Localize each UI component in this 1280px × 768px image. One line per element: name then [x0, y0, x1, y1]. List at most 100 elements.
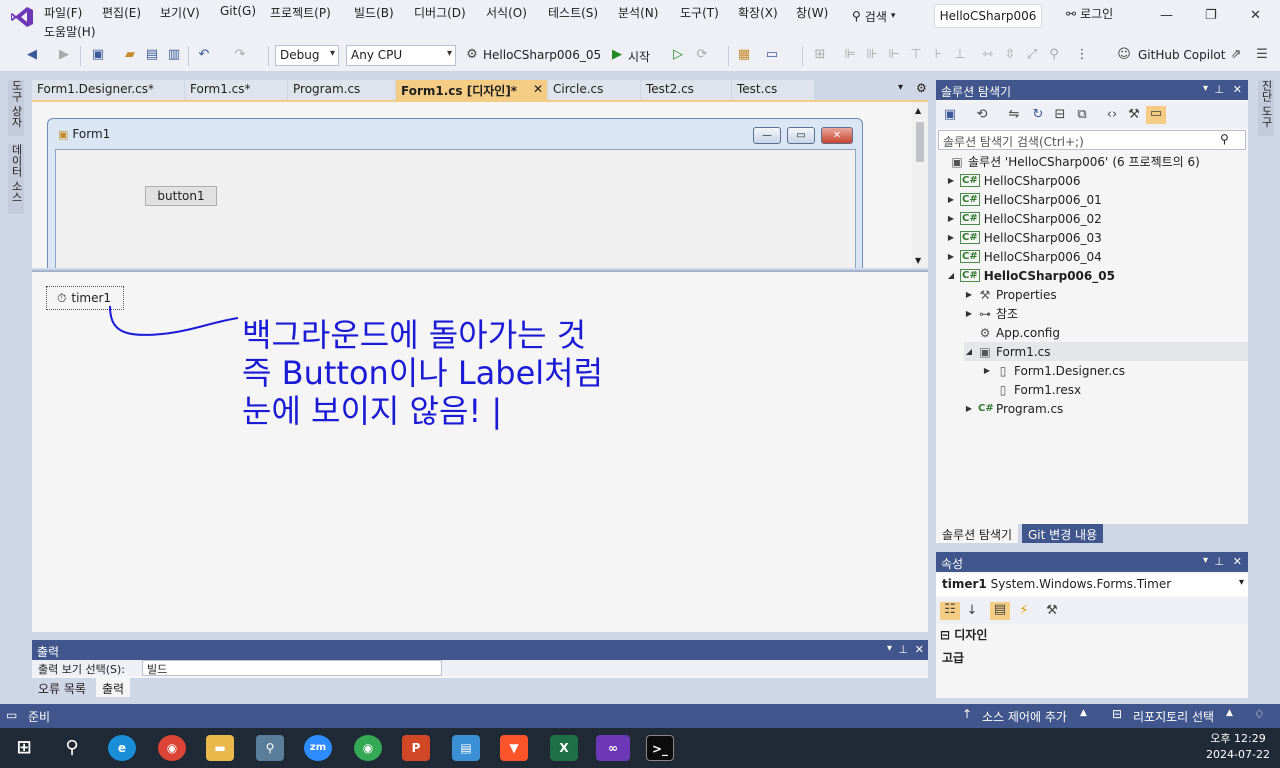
tree-project[interactable]: ▶ C# HelloCSharp006_01: [946, 190, 1102, 209]
menu-format[interactable]: 서식(O): [486, 4, 527, 21]
restore-icon[interactable]: ❐: [1205, 8, 1217, 23]
tree-item-program-cs[interactable]: ▶ C# Program.cs: [964, 399, 1063, 418]
visual-studio-logo-icon[interactable]: [10, 6, 34, 28]
tree-item-form1-resx[interactable]: ▯ Form1.resx: [996, 380, 1081, 399]
expand-icon[interactable]: ▶: [964, 309, 974, 318]
start-button[interactable]: 시작: [628, 48, 650, 65]
navigate-back-icon[interactable]: ◀: [24, 47, 40, 63]
same-width-icon[interactable]: ⇿: [980, 47, 996, 63]
zoom-app-icon[interactable]: zm: [304, 735, 332, 761]
minimize-icon[interactable]: —: [1160, 8, 1173, 23]
file-explorer-icon[interactable]: ▬: [206, 735, 234, 761]
tab-program-cs[interactable]: Program.cs: [288, 80, 396, 100]
tree-project[interactable]: ▶ C# HelloCSharp006_03: [946, 228, 1102, 247]
menu-project[interactable]: 프로젝트(P): [270, 4, 331, 21]
browser-link-icon[interactable]: ▦: [736, 47, 752, 63]
tab-form1-design[interactable]: Form1.cs [디자인]* ✕: [396, 80, 548, 100]
expand-icon[interactable]: ▶: [982, 366, 992, 375]
view-code-icon[interactable]: ‹›: [1104, 107, 1120, 123]
tree-item-form1-designer-cs[interactable]: ▶ ▯ Form1.Designer.cs: [982, 361, 1125, 380]
menu-debug[interactable]: 디버그(D): [414, 4, 466, 21]
add-to-source-control-button[interactable]: 소스 제어에 추가: [982, 708, 1067, 725]
tab-git-changes[interactable]: Git 변경 내용: [1022, 524, 1104, 543]
alphabetical-icon[interactable]: ↓: [964, 603, 980, 619]
align-right-icon[interactable]: ⊩: [886, 47, 902, 63]
close-icon[interactable]: ✕: [1250, 8, 1261, 23]
close-icon[interactable]: ✕: [533, 82, 543, 96]
chrome-icon[interactable]: ◉: [158, 735, 186, 761]
menu-help[interactable]: 도움말(H): [44, 23, 96, 40]
excel-icon[interactable]: X: [550, 735, 578, 761]
expand-icon[interactable]: ▶: [946, 233, 956, 242]
menu-test[interactable]: 테스트(S): [548, 4, 598, 21]
sync-icon[interactable]: ⇋: [1006, 107, 1022, 123]
brave-browser-icon[interactable]: ▼: [500, 735, 528, 761]
redo-icon[interactable]: ↷: [232, 47, 248, 63]
navigate-forward-icon[interactable]: ▶: [56, 47, 72, 63]
share-icon[interactable]: ⇗: [1228, 47, 1244, 63]
expand-icon[interactable]: ▶: [946, 176, 956, 185]
startup-project-select[interactable]: HelloCSharp006_05: [483, 48, 601, 62]
menu-build[interactable]: 빌드(B): [354, 4, 394, 21]
tree-item-form1-cs[interactable]: ◢ ▣ Form1.cs: [964, 342, 1248, 361]
datasources-tab[interactable]: 데이터 소스: [8, 144, 24, 214]
system-clock[interactable]: 오후 12:29 2024-07-22: [1200, 731, 1276, 763]
align-middle-icon[interactable]: ⊦: [930, 47, 946, 63]
solution-search-input[interactable]: 솔루션 탐색기 검색(Ctrl+;): [938, 130, 1246, 150]
tree-project[interactable]: ▶ C# HelloCSharp006: [946, 171, 1081, 190]
menu-analyze[interactable]: 분석(N): [618, 4, 658, 21]
history-icon[interactable]: ⟲: [974, 107, 990, 123]
panel-dropdown-icon[interactable]: ▾: [887, 643, 892, 654]
search-icon[interactable]: ⚲: [1220, 132, 1229, 146]
zoom-icon[interactable]: ⚲: [1046, 47, 1062, 63]
output-source-select[interactable]: 빌드: [142, 660, 442, 676]
menu-view[interactable]: 보기(V): [160, 4, 200, 21]
solution-configuration-select[interactable]: Debug: [275, 45, 339, 66]
tab-output[interactable]: 출력: [96, 678, 131, 697]
tab-circle-cs[interactable]: Circle.cs: [548, 80, 641, 100]
menu-tools[interactable]: 도구(T): [680, 4, 719, 21]
snipping-tool-icon[interactable]: ⚲: [256, 735, 284, 761]
align-top-icon[interactable]: ⊤: [908, 47, 924, 63]
tab-dropdown-icon[interactable]: ▾: [898, 82, 903, 93]
edge-browser-icon[interactable]: e: [108, 735, 136, 761]
layout-icon[interactable]: ▭: [764, 47, 780, 63]
visual-studio-taskbar-icon[interactable]: ∞: [596, 735, 630, 761]
toolbar-overflow-icon[interactable]: ⋮: [1074, 47, 1090, 63]
pin-icon[interactable]: ⊥: [1214, 83, 1224, 96]
save-all-icon[interactable]: ▥: [166, 47, 182, 63]
menu-file[interactable]: 파일(F): [44, 4, 82, 21]
tab-solution-explorer[interactable]: 솔루션 탐색기: [936, 524, 1019, 543]
close-icon[interactable]: ✕: [1233, 555, 1242, 568]
preview-selected-icon[interactable]: ▭: [1146, 106, 1166, 124]
panel-dropdown-icon[interactable]: ▾: [1203, 555, 1208, 566]
button1-control[interactable]: button1: [145, 186, 217, 206]
form-client-area[interactable]: button1: [55, 149, 856, 268]
copilot-icon[interactable]: ☺: [1116, 47, 1132, 63]
align-center-icon[interactable]: ⊪: [864, 47, 880, 63]
align-left-icon[interactable]: ⊫: [842, 47, 858, 63]
refresh-icon[interactable]: ↻: [1030, 107, 1046, 123]
powerpoint-icon[interactable]: P: [402, 735, 430, 761]
properties-icon[interactable]: ▤: [990, 602, 1010, 620]
switch-views-icon[interactable]: ▣: [942, 107, 958, 123]
feedback-icon[interactable]: ☰: [1254, 47, 1270, 63]
github-copilot-button[interactable]: GitHub Copilot: [1138, 48, 1225, 62]
gear-icon[interactable]: ⚙: [916, 81, 927, 95]
search-button[interactable]: ⚲ 검색 ▾: [852, 4, 895, 28]
tree-item-app-config[interactable]: ⚙ App.config: [978, 323, 1060, 342]
start-without-debugging-icon[interactable]: ▷: [670, 47, 686, 63]
start-play-icon[interactable]: ▶: [609, 47, 625, 63]
tree-item-references[interactable]: ▶ ⊶ 참조: [964, 304, 1018, 323]
windows-start-icon[interactable]: ⊞: [10, 735, 38, 761]
tab-form1-designer-cs[interactable]: Form1.Designer.cs*: [32, 80, 185, 100]
align-bottom-icon[interactable]: ⊥: [952, 47, 968, 63]
menu-extensions[interactable]: 확장(X): [738, 4, 778, 21]
tree-project-active[interactable]: ◢ C# HelloCSharp006_05: [946, 266, 1115, 285]
collapse-icon[interactable]: ◢: [946, 271, 956, 280]
hot-reload-icon[interactable]: ⟳: [694, 47, 710, 63]
form1-window[interactable]: ▣ Form1 — ▭ ✕ button1: [47, 118, 863, 268]
login-button[interactable]: ⚯ 로그인: [1066, 5, 1113, 22]
select-repository-button[interactable]: 리포지토리 선택: [1133, 708, 1214, 725]
menu-git[interactable]: Git(G): [220, 4, 256, 18]
